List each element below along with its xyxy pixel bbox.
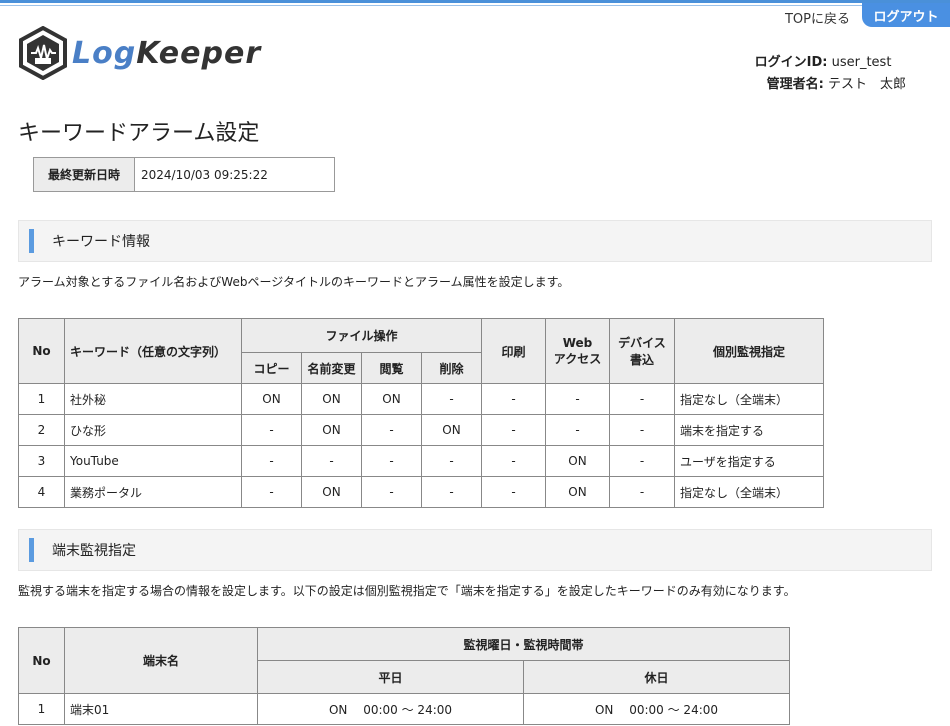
row-keyword: ひな形 — [64, 414, 242, 446]
row-copy: ON — [241, 383, 302, 415]
logo-wordmark: LogKeeper — [72, 35, 262, 71]
row-web: ON — [545, 445, 610, 477]
user-info: ログインID: user_test 管理者名: テスト 太郎 — [755, 52, 906, 96]
logo-icon — [19, 26, 67, 80]
row-web: - — [545, 414, 610, 446]
row-print: - — [481, 445, 546, 477]
row-device: - — [609, 414, 675, 446]
row-view: - — [361, 414, 422, 446]
row-keyword: YouTube — [64, 445, 242, 477]
row-device: - — [609, 476, 675, 508]
keyword-section-header: キーワード情報 — [18, 220, 932, 262]
row-monitor: 指定なし（全端末） — [674, 383, 824, 415]
row-weekday: ON 00:00 〜 24:00 — [257, 693, 524, 725]
col-delete: 削除 — [421, 352, 482, 384]
section-bar — [29, 229, 34, 253]
col-schedule: 監視曜日・監視時間帯 — [257, 627, 790, 661]
row-no: 3 — [18, 445, 65, 477]
col-rename: 名前変更 — [301, 352, 362, 384]
keyword-section-description: アラーム対象とするファイル名およびWebページタイトルのキーワードとアラーム属性… — [18, 275, 570, 289]
col-view: 閲覧 — [361, 352, 422, 384]
row-delete: - — [421, 383, 482, 415]
row-no: 1 — [18, 383, 65, 415]
admin-name-value: テスト 太郎 — [827, 77, 906, 92]
admin-name-label: 管理者名: — [766, 77, 824, 92]
section-bar — [29, 538, 34, 562]
terminal-table: No 端末名 監視曜日・監視時間帯 平日 休日 1 端末01 ON 00:00 〜 … — [18, 627, 790, 725]
row-rename: ON — [301, 476, 362, 508]
col-file-ops: ファイル操作 — [241, 318, 482, 353]
row-web: ON — [545, 476, 610, 508]
row-rename: - — [301, 445, 362, 477]
top-accent-line-thin — [0, 5, 950, 6]
row-rename: ON — [301, 383, 362, 415]
terminal-section-title: 端末監視指定 — [52, 543, 136, 559]
page-title: キーワードアラーム設定 — [18, 121, 260, 146]
row-no: 2 — [18, 414, 65, 446]
table-row: 4 業務ポータル - ON - - - ON - 指定なし（全端末） — [18, 476, 824, 508]
col-keyword: キーワード（任意の文字列） — [64, 318, 242, 384]
row-rename: ON — [301, 414, 362, 446]
logout-button[interactable]: ログアウト — [862, 3, 950, 27]
col-device: デバイス 書込 — [609, 318, 675, 384]
row-device: - — [609, 445, 675, 477]
table-row: 1 端末01 ON 00:00 〜 24:00 ON 00:00 〜 24:00 — [18, 693, 790, 725]
row-no: 4 — [18, 476, 65, 508]
row-print: - — [481, 383, 546, 415]
login-id-value: user_test — [831, 55, 892, 70]
table-row: 3 YouTube - - - - - ON - ユーザを指定する — [18, 445, 824, 477]
login-id-label: ログインID: — [754, 55, 828, 70]
col-print: 印刷 — [481, 318, 546, 384]
row-copy: - — [241, 476, 302, 508]
row-copy: - — [241, 445, 302, 477]
last-updated-value: 2024/10/03 09:25:22 — [141, 167, 268, 182]
col-web: Web アクセス — [545, 318, 610, 384]
row-monitor: 指定なし（全端末） — [674, 476, 824, 508]
row-delete: ON — [421, 414, 482, 446]
col-copy: コピー — [241, 352, 302, 384]
row-monitor: ユーザを指定する — [674, 445, 824, 477]
table-row: 1 社外秘 ON ON ON - - - - 指定なし（全端末） — [18, 383, 824, 415]
row-terminal: 端末01 — [64, 693, 258, 725]
row-no: 1 — [18, 693, 65, 725]
row-delete: - — [421, 445, 482, 477]
top-link[interactable]: TOPに戻る — [785, 8, 850, 27]
terminal-section-header: 端末監視指定 — [18, 529, 932, 571]
row-keyword: 社外秘 — [64, 383, 242, 415]
col-weekday: 平日 — [257, 660, 524, 694]
row-view: - — [361, 445, 422, 477]
keyword-section-title: キーワード情報 — [52, 234, 150, 250]
col-term-no: No — [18, 627, 65, 694]
last-updated-box: 最終更新日時 2024/10/03 09:25:22 — [33, 157, 335, 192]
last-updated-label: 最終更新日時 — [34, 158, 135, 191]
row-view: ON — [361, 383, 422, 415]
row-delete: - — [421, 476, 482, 508]
row-monitor: 端末を指定する — [674, 414, 824, 446]
row-keyword: 業務ポータル — [64, 476, 242, 508]
table-row: 2 ひな形 - ON - ON - - - 端末を指定する — [18, 414, 824, 446]
col-monitor: 個別監視指定 — [674, 318, 824, 384]
col-holiday: 休日 — [523, 660, 790, 694]
row-print: - — [481, 414, 546, 446]
keyword-table: No キーワード（任意の文字列） ファイル操作 印刷 Web アクセス デバイス書… — [18, 318, 824, 508]
terminal-section-description: 監視する端末を指定する場合の情報を設定します。以下の設定は個別監視指定で「端末を… — [18, 584, 796, 598]
col-no: No — [18, 318, 65, 384]
row-copy: - — [241, 414, 302, 446]
top-accent-line — [0, 0, 950, 3]
logo: LogKeeper — [18, 26, 261, 80]
row-view: - — [361, 476, 422, 508]
row-device: - — [609, 383, 675, 415]
row-print: - — [481, 476, 546, 508]
row-web: - — [545, 383, 610, 415]
col-terminal: 端末名 — [64, 627, 258, 694]
row-holiday: ON 00:00 〜 24:00 — [523, 693, 790, 725]
